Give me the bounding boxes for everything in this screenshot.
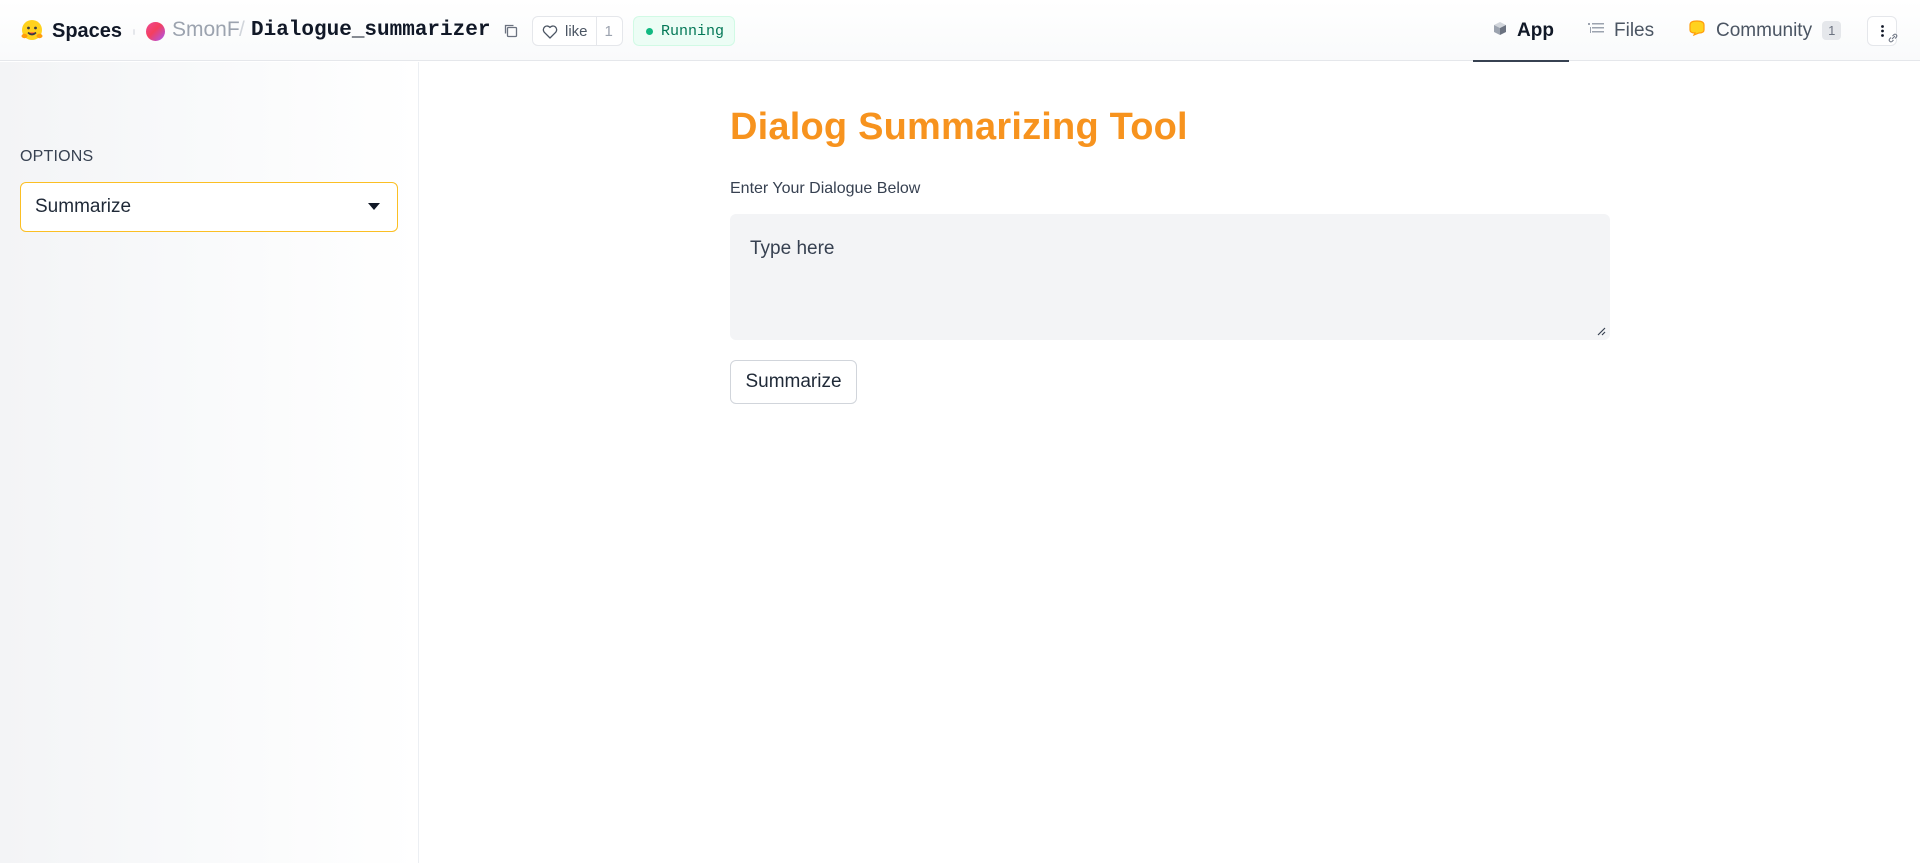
owner-avatar[interactable] [146, 22, 165, 41]
spaces-label: Spaces [52, 19, 123, 42]
vertical-dots-icon [1881, 25, 1884, 37]
caret-down-icon [368, 203, 380, 210]
tab-community-label: Community [1716, 19, 1813, 41]
spaces-home-link[interactable]: Spaces [20, 16, 122, 46]
tab-app-label: App [1517, 19, 1554, 41]
like-label: like [565, 22, 588, 40]
repo-owner-link[interactable]: SmonF [172, 18, 240, 42]
tab-app[interactable]: App [1473, 0, 1569, 62]
sidebar: OPTIONS Summarize [0, 62, 419, 863]
link-icon [1888, 33, 1898, 43]
summarize-button[interactable]: Summarize [730, 360, 857, 404]
separator [133, 29, 135, 35]
tab-files-label: Files [1614, 19, 1655, 41]
status-badge: Running [633, 16, 736, 46]
resize-handle-icon[interactable] [1596, 326, 1606, 336]
tab-files[interactable]: Files [1588, 0, 1654, 61]
heart-icon [542, 24, 558, 39]
tab-community[interactable]: Community 1 [1688, 0, 1842, 61]
like-toggle[interactable]: like [533, 17, 596, 45]
options-select-value: Summarize [35, 196, 132, 217]
status-dot-icon [646, 27, 653, 35]
repo-path-separator: / [239, 18, 245, 41]
options-label: OPTIONS [20, 148, 94, 165]
dialogue-input[interactable] [730, 214, 1610, 340]
more-options-button[interactable] [1867, 16, 1898, 46]
top-navigation-bar: Spaces SmonF / Dialogue_summarizer like … [0, 0, 1920, 62]
like-count[interactable]: 1 [595, 17, 621, 45]
copy-icon[interactable] [502, 22, 520, 40]
options-select[interactable]: Summarize [20, 182, 398, 232]
like-button[interactable]: like 1 [532, 16, 623, 46]
page-title: Dialog Summarizing Tool [730, 106, 1188, 148]
dialogue-input-label: Enter Your Dialogue Below [730, 180, 921, 197]
community-count-badge: 1 [1822, 21, 1842, 40]
cube-icon [1493, 20, 1507, 42]
hugging-face-logo-icon [20, 19, 44, 43]
status-label: Running [661, 22, 725, 40]
community-icon [1688, 19, 1706, 42]
repo-name-link[interactable]: Dialogue_summarizer [251, 19, 490, 42]
files-icon [1588, 20, 1604, 42]
